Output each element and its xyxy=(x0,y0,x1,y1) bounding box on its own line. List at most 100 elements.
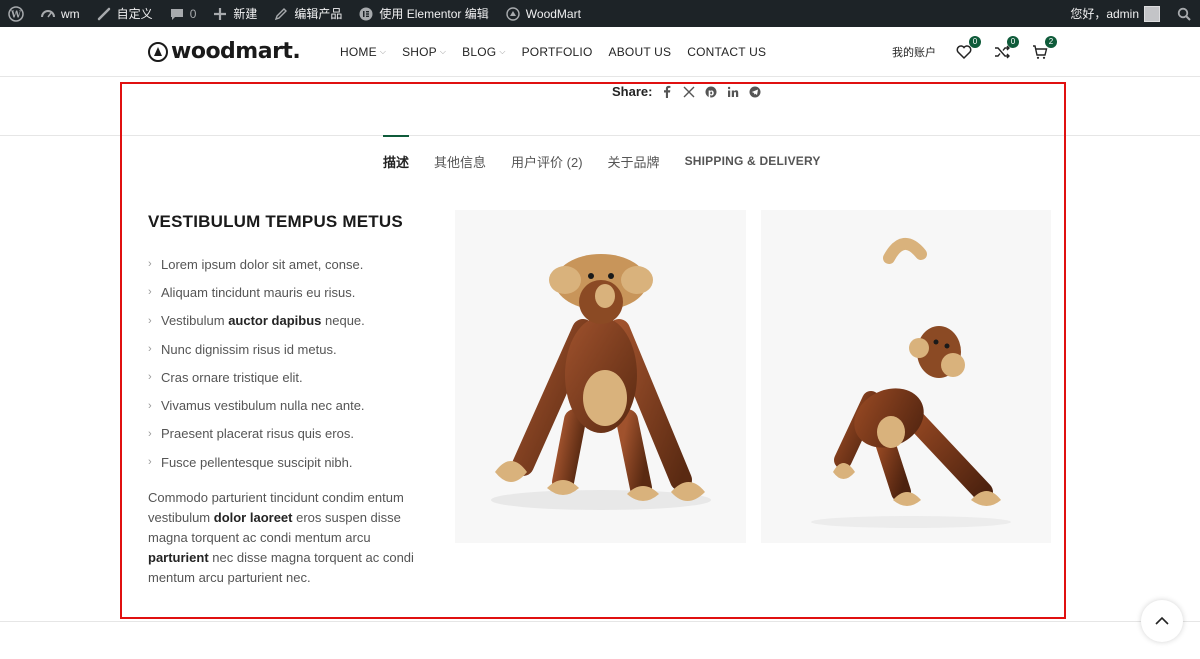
chevron-right-icon: › xyxy=(148,314,152,327)
list-item: › Praesent placerat risus quis eros. xyxy=(148,420,365,448)
nav-label: HOME xyxy=(340,45,377,59)
plus-icon xyxy=(212,6,228,22)
tab-shipping-delivery[interactable]: SHIPPING & DELIVERY xyxy=(685,136,821,186)
compare-button[interactable]: 0 xyxy=(992,36,1019,62)
chevron-down-icon: ⌵ xyxy=(439,47,447,56)
x-icon[interactable] xyxy=(682,85,696,99)
chevron-right-icon: › xyxy=(148,343,152,356)
nav-portfolio[interactable]: PORTFOLIO xyxy=(522,45,601,59)
list-item: › Vestibulum auctor dapibus neque. xyxy=(148,307,365,335)
logo-text: woodmart. xyxy=(171,39,301,64)
account-menu[interactable]: 您好，admin xyxy=(1062,0,1168,27)
share-row: Share: p xyxy=(612,84,762,99)
admin-search-button[interactable] xyxy=(1168,0,1200,27)
list-item-text: Vivamus vestibulum nulla nec ante. xyxy=(161,398,365,414)
comment-icon xyxy=(169,6,185,22)
list-item: › Fusce pellentesque suscipit nibh. xyxy=(148,448,365,476)
nav-label: SHOP xyxy=(402,45,437,59)
share-label: Share: xyxy=(612,84,653,99)
product-tabs: 描述 其他信息 用户评价 (2) 关于品牌 SHIPPING & DELIVER… xyxy=(383,135,821,186)
cart-count: 2 xyxy=(1045,36,1057,48)
nav-label: BLOG xyxy=(462,45,497,59)
theme-button[interactable]: WoodMart xyxy=(497,0,589,27)
chevron-right-icon: › xyxy=(148,371,152,384)
nav-label: PORTFOLIO xyxy=(521,45,593,59)
logo-tree-icon xyxy=(148,41,168,62)
tab-brand[interactable]: 关于品牌 xyxy=(608,136,660,186)
nav-shop[interactable]: SHOP ⌵ xyxy=(402,45,454,59)
search-icon xyxy=(1176,6,1192,22)
woodmart-icon xyxy=(505,6,521,22)
chevron-down-icon: ⌵ xyxy=(379,47,387,56)
cart-icon xyxy=(1033,45,1048,59)
list-item: › Cras ornare tristique elit. xyxy=(148,363,365,391)
chevron-right-icon: › xyxy=(148,456,152,469)
list-item-text: Fusce pellentesque suscipit nibh. xyxy=(161,454,353,470)
wordpress-logo-button[interactable]: W xyxy=(0,0,32,27)
description-title: VESTIBULUM TEMPUS METUS xyxy=(148,212,403,231)
nav-label: CONTACT US xyxy=(687,45,767,59)
main-nav: HOME ⌵ SHOP ⌵ BLOG ⌵ PORTFOLIO ABOUT US … xyxy=(340,27,782,77)
section-divider xyxy=(0,621,1200,622)
elementor-edit-button[interactable]: 使用 Elementor 编辑 xyxy=(350,0,496,27)
svg-text:W: W xyxy=(10,10,22,20)
greeting-label: 您好，admin xyxy=(1070,7,1139,21)
edit-product-button[interactable]: 编辑产品 xyxy=(265,0,350,27)
nav-home[interactable]: HOME ⌵ xyxy=(340,45,394,59)
elementor-edit-label: 使用 Elementor 编辑 xyxy=(379,7,489,21)
nav-blog[interactable]: BLOG ⌵ xyxy=(462,45,513,59)
facebook-icon[interactable] xyxy=(660,85,674,99)
wishlist-button[interactable]: 0 xyxy=(954,36,981,62)
shuffle-icon xyxy=(995,45,1010,59)
customize-label: 自定义 xyxy=(116,7,153,21)
list-item-text: Lorem ipsum dolor sit amet, conse. xyxy=(161,256,364,272)
elementor-icon xyxy=(358,6,374,22)
nav-label: ABOUT US xyxy=(608,45,672,59)
svg-text:p: p xyxy=(708,88,714,98)
nav-about-us[interactable]: ABOUT US xyxy=(609,45,680,59)
telegram-icon[interactable] xyxy=(748,85,762,99)
heart-icon xyxy=(956,45,972,60)
dashboard-icon xyxy=(40,6,56,22)
admin-bar: W wm 自定义 0 新建 编辑产品 使用 Elementor 编辑 WoodM… xyxy=(0,0,1200,27)
compare-count: 0 xyxy=(1007,36,1019,48)
brush-icon xyxy=(96,6,112,22)
chevron-right-icon: › xyxy=(148,258,152,271)
tab-additional-info[interactable]: 其他信息 xyxy=(434,136,486,186)
new-button[interactable]: 新建 xyxy=(204,0,265,27)
list-item: › Aliquam tincidunt mauris eu risus. xyxy=(148,278,365,306)
list-item: › Vivamus vestibulum nulla nec ante. xyxy=(148,391,365,419)
my-account-link[interactable]: 我的账户 xyxy=(892,44,936,60)
customize-button[interactable]: 自定义 xyxy=(88,0,161,27)
cart-button[interactable]: 2 xyxy=(1030,36,1057,62)
chevron-right-icon: › xyxy=(148,399,152,412)
comments-button[interactable]: 0 xyxy=(161,0,205,27)
list-item-text: Praesent placerat risus quis eros. xyxy=(161,426,354,442)
chevron-up-icon xyxy=(1155,616,1169,625)
wordpress-icon: W xyxy=(8,5,24,22)
list-item: › Nunc dignissim risus id metus. xyxy=(148,335,365,363)
nav-contact-us[interactable]: CONTACT US xyxy=(687,45,774,59)
avatar xyxy=(1144,5,1160,22)
list-item-text: Vestibulum auctor dapibus neque. xyxy=(161,313,365,329)
tab-description[interactable]: 描述 xyxy=(383,135,410,186)
product-image-monkey-hanging xyxy=(761,210,1051,543)
scroll-to-top-button[interactable] xyxy=(1141,600,1183,642)
edit-product-label: 编辑产品 xyxy=(294,7,343,21)
pinterest-icon[interactable]: p xyxy=(704,85,718,99)
theme-label: WoodMart xyxy=(525,6,581,21)
site-logo[interactable]: woodmart. xyxy=(148,39,301,64)
description-paragraph: Commodo parturient tincidunt condim entu… xyxy=(148,490,414,585)
description-list: › Lorem ipsum dolor sit amet, conse. › Ali… xyxy=(148,250,365,476)
tab-reviews[interactable]: 用户评价 (2) xyxy=(511,136,583,186)
list-item-text: Aliquam tincidunt mauris eu risus. xyxy=(161,284,356,300)
site-header: woodmart. HOME ⌵ SHOP ⌵ BLOG ⌵ PORTFOLIO… xyxy=(0,27,1200,77)
chevron-down-icon: ⌵ xyxy=(499,47,506,56)
wishlist-count: 0 xyxy=(969,36,981,48)
product-image-monkey-sitting xyxy=(455,210,746,543)
linkedin-icon[interactable] xyxy=(726,85,740,99)
site-name-button[interactable]: wm xyxy=(32,0,88,27)
list-item-text: Nunc dignissim risus id metus. xyxy=(161,341,337,357)
chevron-right-icon: › xyxy=(148,427,152,440)
chevron-right-icon: › xyxy=(148,286,152,299)
